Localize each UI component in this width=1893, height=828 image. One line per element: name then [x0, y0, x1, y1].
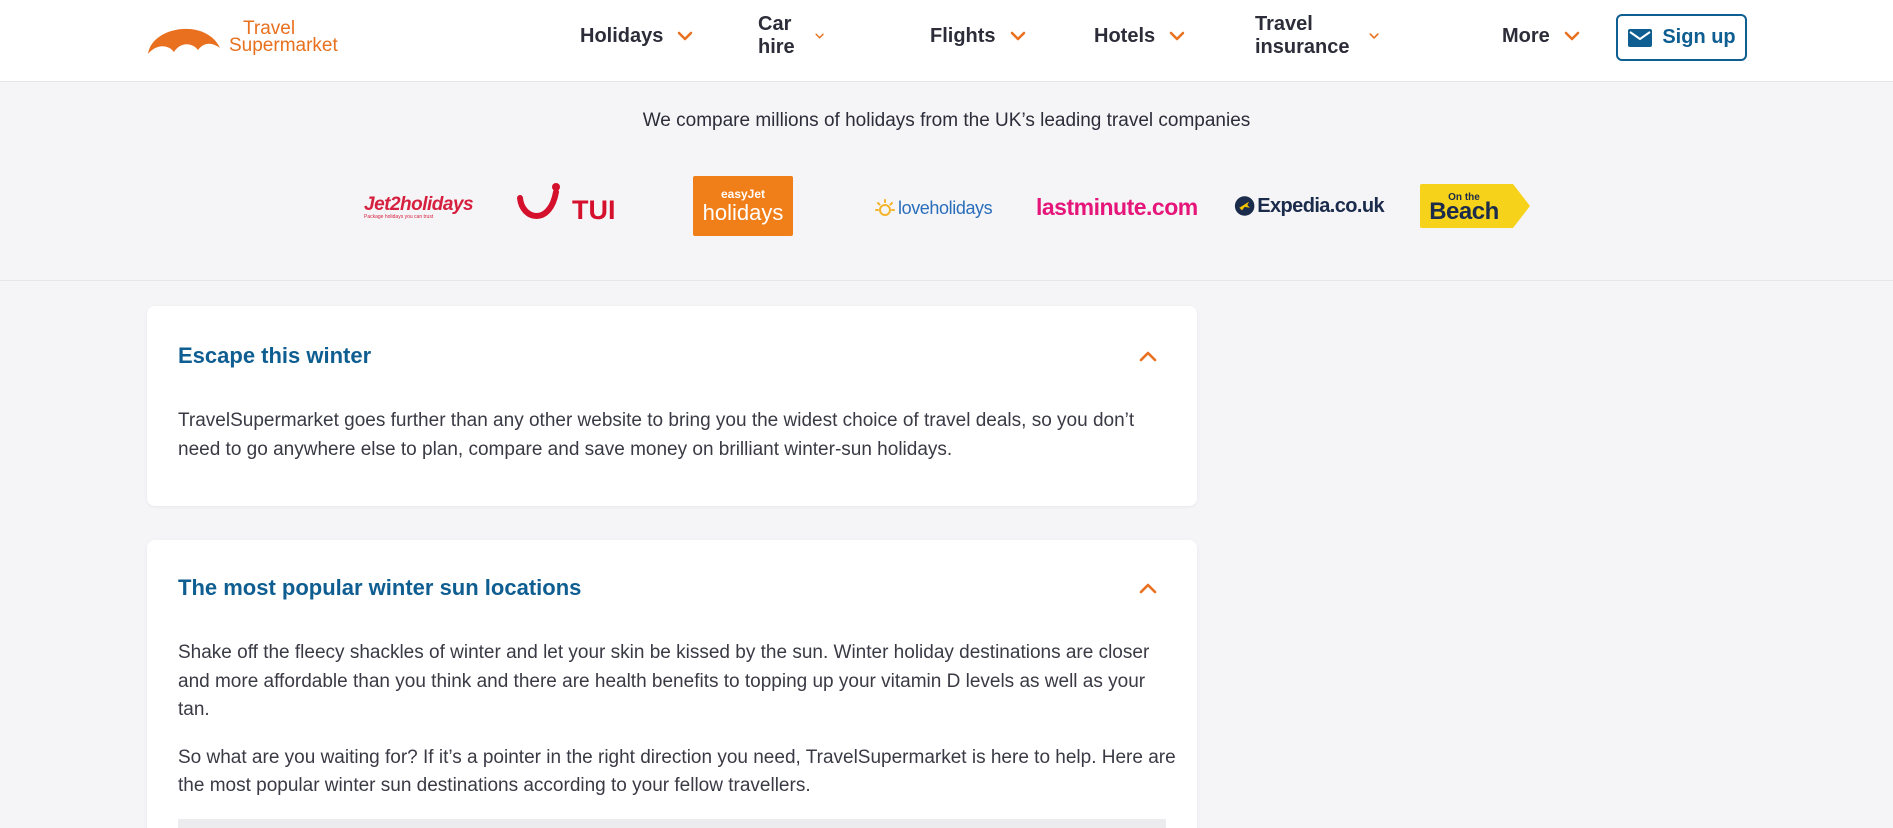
- chevron-up-icon: [1139, 351, 1157, 362]
- nav-car-hire[interactable]: Car hire: [758, 13, 825, 58]
- chevron-down-icon: [1564, 31, 1580, 41]
- partner-logo-text: lastminute.com: [1036, 193, 1198, 220]
- partner-logo-text: holidays: [702, 200, 784, 225]
- nav-label: Hotels: [1094, 24, 1156, 47]
- accordion-header[interactable]: The most popular winter sun locations: [178, 568, 1166, 608]
- chevron-down-icon: [1010, 31, 1025, 41]
- chevron-up-icon: [1139, 583, 1157, 594]
- partner-logo-loveholidays: loveholidays: [873, 193, 1003, 223]
- partners-strip: We compare millions of holidays from the…: [0, 82, 1893, 281]
- site-header: Travel Supermarket Holidays Car hire Fli…: [0, 0, 1893, 82]
- logo-line-2: Supermarket: [229, 35, 338, 56]
- partner-logo-on-the-beach: On the Beach: [1419, 183, 1531, 229]
- partner-logo-easyjet-holidays: easyJet holidays: [693, 176, 793, 236]
- accordion-title: The most popular winter sun locations: [178, 575, 582, 600]
- partner-logo-text: TUI: [572, 194, 616, 225]
- chevron-down-icon: [815, 33, 825, 39]
- nav-label: More: [1502, 24, 1550, 47]
- paragraph: Shake off the fleecy shackles of winter …: [178, 642, 1150, 720]
- nav-label: Car hire: [758, 13, 795, 58]
- partner-logo-text: Expedia.co.uk: [1257, 194, 1384, 217]
- partner-logo-jet2holidays: Jet2holidays Package holidays you can tr…: [364, 187, 479, 227]
- expedia-plane-icon: [1234, 196, 1255, 216]
- nav-flights[interactable]: Flights: [930, 22, 1026, 50]
- nav-hotels[interactable]: Hotels: [1094, 22, 1185, 50]
- partner-logo-expedia: Expedia.co.uk: [1234, 189, 1385, 223]
- partner-logo-text: loveholidays: [898, 197, 993, 218]
- accordion-card-popular-locations: The most popular winter sun locations Sh…: [147, 540, 1197, 828]
- mail-icon: [1628, 28, 1653, 47]
- nav-label: Travel insurance: [1255, 13, 1350, 58]
- sun-icon: [875, 199, 895, 216]
- accordion-title: Escape this winter: [178, 343, 372, 368]
- partner-logo-lastminute: lastminute.com: [1036, 190, 1201, 224]
- sun-icon: [148, 28, 220, 54]
- partner-logo-tui: TUI: [516, 182, 616, 228]
- paragraph: So what are you waiting for? If it’s a p…: [178, 746, 1176, 797]
- travelsupermarket-logo[interactable]: Travel Supermarket: [146, 18, 346, 58]
- chevron-down-icon: [1169, 31, 1185, 41]
- chevron-down-icon: [1369, 33, 1380, 39]
- partner-logo-text: Beach: [1429, 197, 1499, 225]
- accordion-body: Shake off the fleecy shackles of winter …: [178, 639, 1178, 820]
- nav-holidays[interactable]: Holidays: [580, 22, 693, 50]
- nav-travel-insurance[interactable]: Travel insurance: [1255, 13, 1380, 58]
- nav-label: Holidays: [580, 24, 664, 47]
- accordion-body: TravelSupermarket goes further than any …: [178, 407, 1178, 483]
- accordion-card-escape-winter: Escape this winter TravelSupermarket goe…: [147, 306, 1197, 506]
- partner-logo-tagline: Package holidays you can trust: [364, 214, 434, 220]
- nav-more[interactable]: More: [1502, 22, 1580, 50]
- sign-up-button[interactable]: Sign up: [1616, 14, 1747, 61]
- accordion-header[interactable]: Escape this winter: [178, 336, 1166, 376]
- nav-label: Flights: [930, 24, 996, 47]
- chevron-down-icon: [678, 31, 693, 41]
- sign-up-label: Sign up: [1662, 26, 1736, 48]
- partner-logo-text: Jet2holidays: [364, 194, 474, 215]
- tui-smile-icon: [517, 183, 560, 219]
- paragraph: TravelSupermarket goes further than any …: [178, 410, 1135, 460]
- partner-logo-text-top: easyJet: [720, 187, 766, 201]
- content-placeholder-bar: [178, 819, 1166, 828]
- partners-title: We compare millions of holidays from the…: [642, 110, 1251, 131]
